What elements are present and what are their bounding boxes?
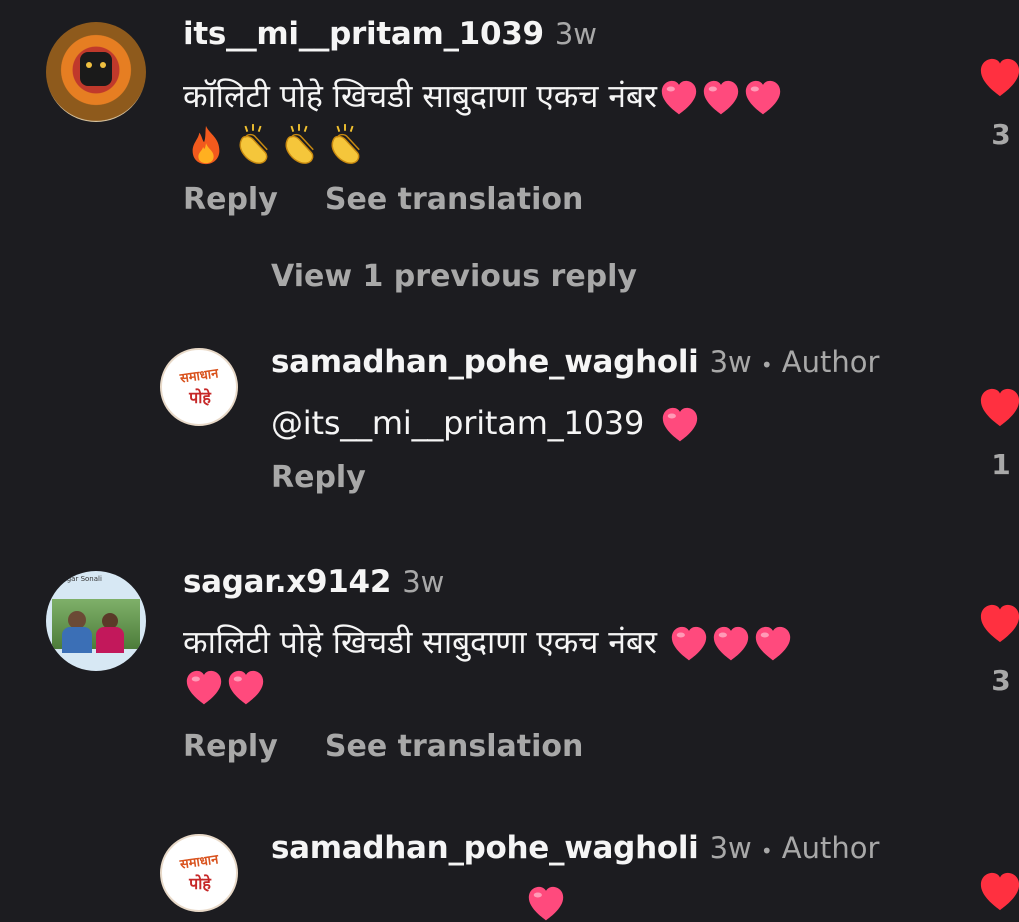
heart-emoji-icon [743,80,783,116]
like-count: 3 [991,118,1011,151]
logo-text: पोहे [189,388,211,407]
username[interactable]: its__mi__pritam_1039 [183,16,544,52]
like-heart-icon[interactable] [978,58,1019,98]
clap-emoji-icon [234,124,272,166]
clap-emoji-icon [280,124,318,166]
like-heart-icon[interactable] [978,388,1019,428]
reply-button[interactable]: Reply [271,460,366,495]
like-count: 1 [991,448,1011,481]
comment-text: कालिटी पोहे खिचडी साबुदाणा एकच नंबर [183,620,793,663]
logo-text: समाधान [179,366,220,387]
clap-emoji-icon [326,124,364,166]
like-count: 3 [991,664,1011,697]
view-previous-replies-button[interactable]: View 1 previous reply [271,259,637,294]
comment-text: कॉलिटी पोहे खिचडी साबुदाणा एकच नंबर [183,74,783,117]
timestamp: 3w [402,565,445,599]
mention-link[interactable]: @its__mi__pritam_1039 [271,404,644,442]
heart-emoji-icon [711,626,751,662]
reply-text: @its__mi__pritam_1039 [271,404,700,443]
reply-header: samadhan_pohe_wagholi 3w • Author [271,344,879,380]
emoji-row [184,670,266,706]
avatar[interactable]: समाधान पोहे [160,348,238,426]
reply-actions: Reply [271,460,366,495]
timestamp: 3w [709,345,752,379]
comment-text-line: कॉलिटी पोहे खिचडी साबुदाणा एकच नंबर [183,77,657,115]
comment-header: sagar.x9142 3w [183,564,444,600]
see-translation-button[interactable]: See translation [325,729,583,764]
fire-emoji-icon [186,124,226,166]
heart-emoji-icon [701,80,741,116]
heart-emoji-icon [226,670,266,706]
see-translation-button[interactable]: See translation [325,182,583,217]
author-badge: Author [781,831,880,865]
heart-emoji-icon [660,407,700,443]
reply-button[interactable]: Reply [183,729,278,764]
comment-actions: Reply See translation [183,182,583,217]
separator-dot: • [760,353,773,377]
logo-text: समाधान [179,852,220,873]
heart-emoji-icon [753,626,793,662]
heart-emoji-icon [526,886,566,922]
like-heart-icon[interactable] [978,872,1019,912]
timestamp: 3w [554,17,598,51]
avatar-caption: Sagar Sonali [58,575,102,583]
reply-header: samadhan_pohe_wagholi 3w • Author [271,830,879,866]
timestamp: 3w [709,831,752,865]
reply-button[interactable]: Reply [183,182,278,217]
avatar[interactable]: Sagar Sonali [46,571,146,671]
heart-emoji-icon [184,670,224,706]
username[interactable]: samadhan_pohe_wagholi [271,830,699,866]
avatar[interactable]: समाधान पोहे [160,834,238,912]
emoji-row [186,124,372,166]
separator-dot: • [760,839,773,863]
logo-text: पोहे [189,874,211,893]
comment-text-line: कालिटी पोहे खिचडी साबुदाणा एकच नंबर [183,623,657,661]
like-heart-icon[interactable] [978,604,1019,644]
heart-emoji-icon [659,80,699,116]
username[interactable]: sagar.x9142 [183,564,391,600]
comment-header: its__mi__pritam_1039 3w [183,16,597,52]
avatar[interactable] [46,22,146,122]
heart-emoji-icon [669,626,709,662]
username[interactable]: samadhan_pohe_wagholi [271,344,699,380]
author-badge: Author [781,345,880,379]
comment-actions: Reply See translation [183,729,583,764]
